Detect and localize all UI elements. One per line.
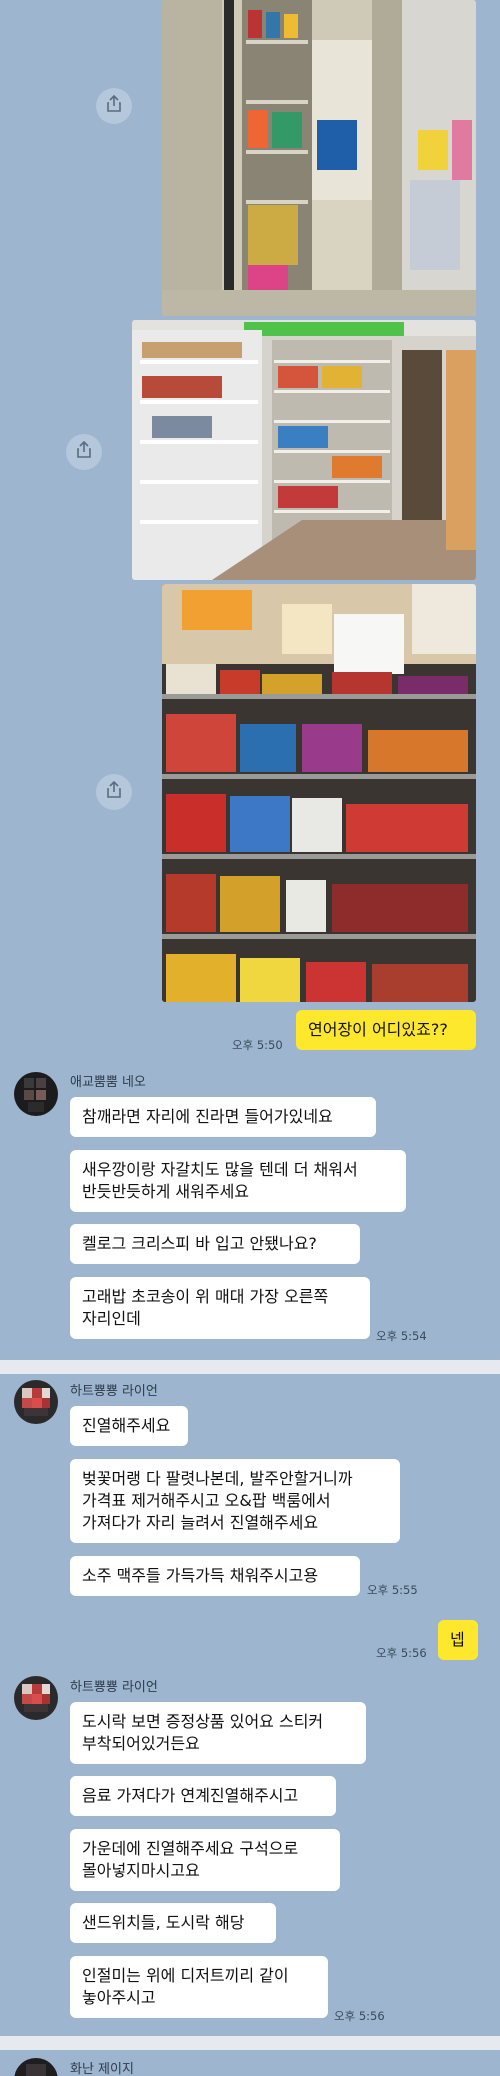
message-bubble[interactable]: 샌드위치들, 도시락 해당 [70,1903,276,1943]
avatar[interactable] [14,2058,58,2076]
share-button[interactable] [96,774,132,810]
message-bubble[interactable]: 인절미는 위에 디저트끼리 같이 놓아주시고 [70,1956,328,2018]
my-message-bubble[interactable]: 연어장이 어디있죠?? [296,1010,476,1050]
message-bubble[interactable]: 고래밥 초코송이 위 매대 가장 오른쪽 자리인데 [70,1277,370,1339]
share-icon [74,440,94,464]
message-bubble[interactable]: 진열해주세요 [70,1406,188,1446]
photo-store-shelves[interactable] [132,320,476,580]
photo-ramen-shelves[interactable] [162,584,476,1002]
message-time: 오후 5:50 [232,1038,283,1052]
share-button[interactable] [96,88,132,124]
message-bubble[interactable]: 소주 맥주들 가득가득 채워주시고용 [70,1556,360,1596]
message-time: 오후 5:54 [376,1329,427,1343]
sender-name: 애교뿜뿜 네오 [70,1075,146,1090]
sender-name: 하트뿅뿅 라이언 [70,1680,158,1695]
message-bubble[interactable]: 벚꽃머랭 다 팔렷나본데, 발주안할거니까 가격표 제거해주시고 오&팝 백룸에… [70,1459,400,1543]
screenshot-divider [0,2036,500,2050]
message-bubble[interactable]: 음료 가져다가 연계진열해주시고 [70,1776,336,1816]
sender-name: 화난 제이지 [70,2062,134,2076]
message-time: 오후 5:55 [367,1583,418,1597]
message-time: 오후 5:56 [334,2009,385,2023]
message-bubble[interactable]: 도시락 보면 증정상품 있어요 스티커 부착되어있거든요 [70,1702,366,1764]
share-icon [104,780,124,804]
my-message-bubble[interactable]: 넵 [438,1620,478,1660]
message-bubble[interactable]: 켈로그 크리스피 바 입고 안됐나요? [70,1224,360,1264]
screenshot-divider [0,1360,500,1374]
photo-store-aisle[interactable] [162,0,476,316]
avatar[interactable] [14,1072,58,1116]
avatar[interactable] [14,1380,58,1424]
message-bubble[interactable]: 참깨라면 자리에 진라면 들어가있네요 [70,1097,376,1137]
share-icon [104,94,124,118]
message-bubble[interactable]: 새우깡이랑 자갈치도 많을 텐데 더 채워서 반듯반듯하게 새워주세요 [70,1150,406,1212]
message-bubble[interactable]: 가운데에 진열해주세요 구석으로 몰아넣지마시고요 [70,1829,340,1891]
share-button[interactable] [66,434,102,470]
sender-name: 하트뿅뿅 라이언 [70,1384,158,1399]
avatar[interactable] [14,1676,58,1720]
message-time: 오후 5:56 [376,1646,427,1660]
